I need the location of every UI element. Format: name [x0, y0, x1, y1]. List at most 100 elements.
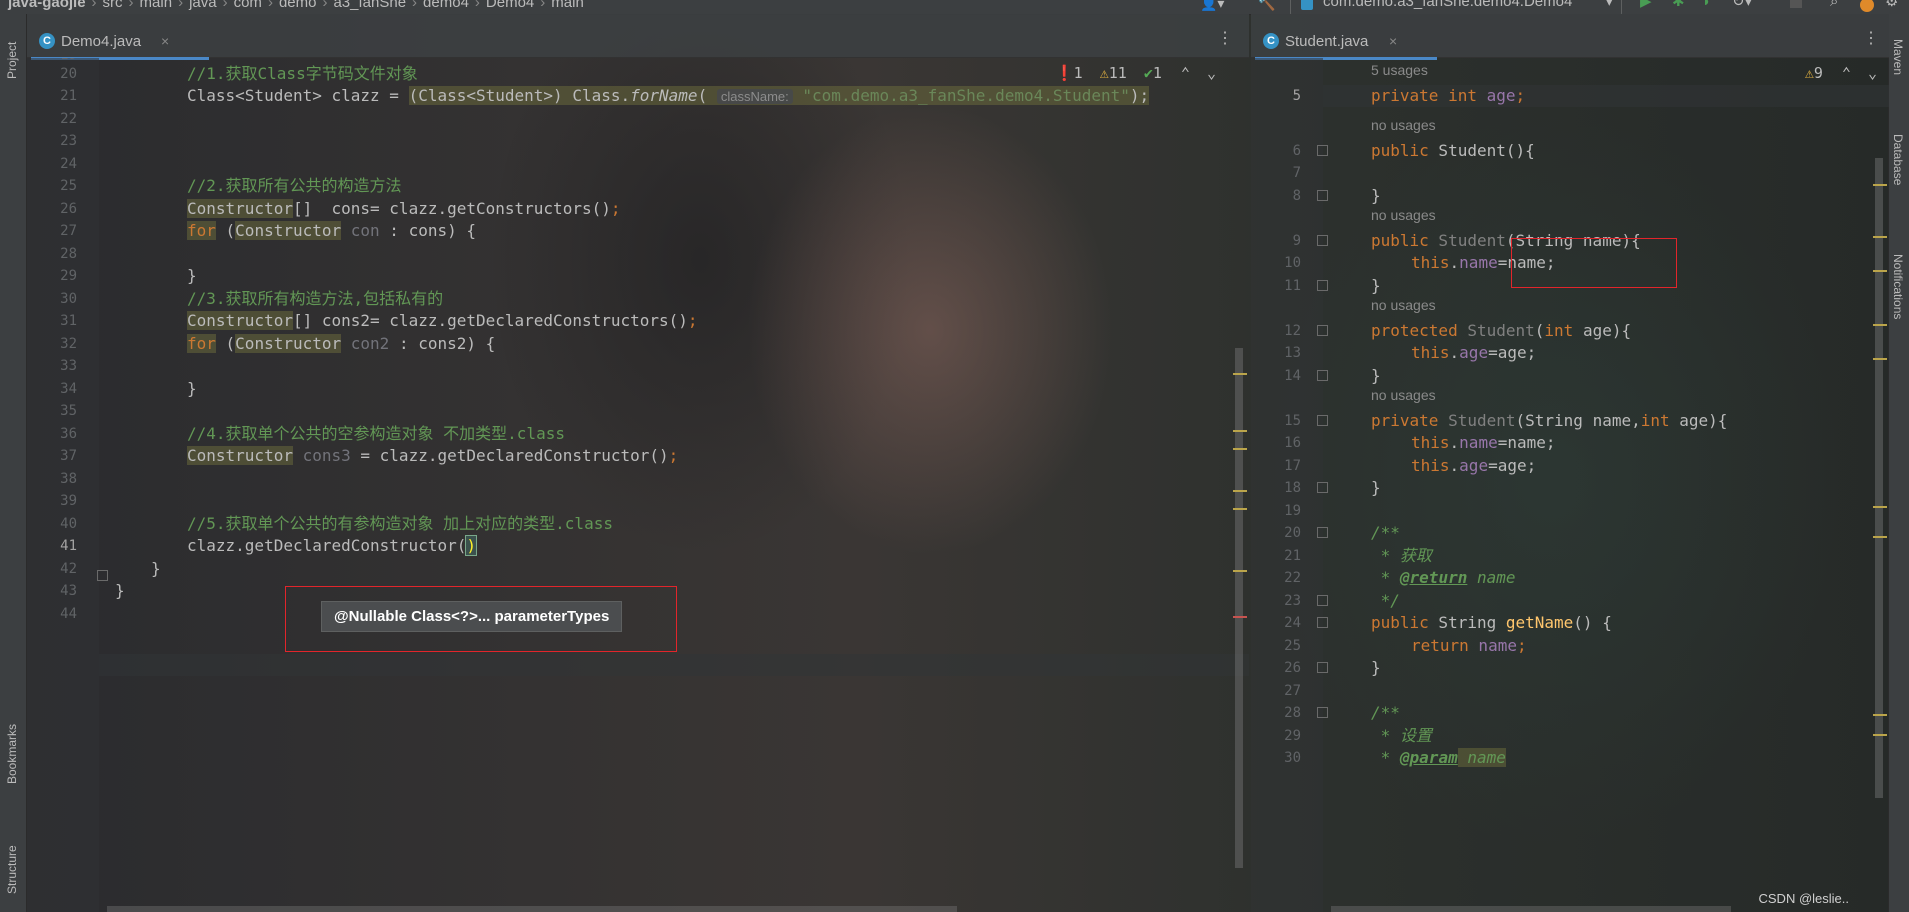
warning-marker[interactable] — [1233, 373, 1247, 375]
code-line-29: } — [187, 266, 197, 285]
code-token: ; — [668, 446, 679, 465]
fold-toggle-icon[interactable] — [1317, 707, 1328, 718]
notifications-tool-button[interactable]: Notifications — [1891, 254, 1905, 319]
warning-marker[interactable] — [1873, 324, 1887, 326]
chevron-up-icon[interactable]: ⌃ — [1842, 64, 1851, 82]
close-icon[interactable]: × — [161, 26, 169, 57]
keyword: private — [1371, 411, 1439, 430]
breadcrumb-item-com[interactable]: com — [234, 0, 262, 11]
database-tool-button[interactable]: Database — [1891, 134, 1905, 185]
warning-marker[interactable] — [1873, 184, 1887, 186]
breadcrumb-item-demo[interactable]: demo — [279, 0, 317, 11]
update-icon[interactable] — [1860, 0, 1874, 12]
close-icon[interactable]: × — [1389, 26, 1397, 57]
run-icon[interactable]: ▶ — [1640, 0, 1652, 9]
line-number: 32 — [60, 336, 77, 352]
fold-toggle-icon[interactable] — [1317, 527, 1328, 538]
breadcrumb-item-main[interactable]: main — [140, 0, 173, 11]
usage-hint[interactable]: no usages — [1371, 297, 1436, 313]
warning-marker[interactable] — [1233, 490, 1247, 492]
user-icon[interactable]: 👤▾ — [1200, 0, 1224, 10]
coverage-icon[interactable]: ◗ — [1702, 0, 1711, 9]
warning-marker[interactable] — [1873, 506, 1887, 508]
line-number: 27 — [60, 223, 77, 239]
run-configuration-select[interactable]: com.demo.a3_fanShe.demo4.Demo4 ▾ — [1290, 0, 1622, 14]
line-number: 9 — [1292, 233, 1301, 249]
usage-hint[interactable]: no usages — [1371, 117, 1436, 133]
fold-toggle-icon[interactable] — [1317, 482, 1328, 493]
warning-marker[interactable] — [1233, 448, 1247, 450]
keyword: int — [1640, 411, 1670, 430]
breadcrumb-item-a3-fanshe[interactable]: a3_fanShe — [333, 0, 406, 11]
bookmarks-tool-button[interactable]: Bookmarks — [5, 724, 19, 784]
line-number: 20 — [60, 66, 77, 82]
profiler-icon[interactable]: ↻▾ — [1732, 0, 1752, 9]
horizontal-scrollbar[interactable] — [107, 906, 957, 912]
right-editor-pane[interactable]: ⚠9 ⌃ ⌄ 5 6 7 8 9 10 11 12 13 14 15 16 17… — [1251, 58, 1889, 912]
code-line-14: } — [1371, 366, 1381, 385]
fold-toggle-icon[interactable] — [1317, 617, 1328, 628]
keyword: this — [1411, 253, 1450, 272]
code-line-18: } — [1371, 478, 1381, 497]
fold-toggle-icon[interactable] — [1317, 280, 1328, 291]
code-token: forName — [630, 86, 698, 105]
usage-hint[interactable]: no usages — [1371, 207, 1436, 223]
breadcrumb-item-method-main[interactable]: main — [551, 0, 584, 11]
breadcrumb-item-src[interactable]: src — [103, 0, 123, 11]
more-options-icon[interactable]: ⋮ — [1863, 28, 1879, 48]
project-tool-button[interactable]: Project — [5, 42, 19, 79]
line-number: 31 — [60, 313, 77, 329]
inspection-widget[interactable]: ❗1 ⚠11 ✔1 ⌃ ⌄ — [1055, 64, 1216, 82]
line-number: 20 — [1284, 525, 1301, 541]
vertical-scrollbar[interactable] — [1235, 348, 1243, 868]
build-hammer-icon[interactable]: 🔨 — [1258, 0, 1275, 10]
code-token: (String name, — [1515, 411, 1641, 430]
structure-tool-button[interactable]: Structure — [5, 845, 19, 894]
left-editor-pane[interactable]: ❗1 ⚠11 ✔1 ⌃ ⌄ 19 20 21 22 23 24 25 26 27… — [27, 58, 1249, 912]
stop-icon[interactable] — [1790, 0, 1802, 8]
code-line-41[interactable]: clazz.getDeclaredConstructor() — [187, 535, 477, 557]
tab-student-java[interactable]: C Student.java × — [1255, 26, 1437, 60]
horizontal-scrollbar[interactable] — [1331, 906, 1731, 912]
warning-marker[interactable] — [1873, 270, 1887, 272]
fold-toggle-icon[interactable] — [1317, 595, 1328, 606]
line-number: 24 — [60, 156, 77, 172]
maven-tool-button[interactable]: Maven — [1891, 39, 1905, 75]
warning-marker[interactable] — [1873, 734, 1887, 736]
breadcrumb-item-project[interactable]: java-gaojie — [8, 0, 86, 11]
warning-marker[interactable] — [1873, 536, 1887, 538]
keyword: public — [1371, 141, 1429, 160]
fold-toggle-icon[interactable] — [1317, 235, 1328, 246]
debug-icon[interactable]: ✱ — [1672, 0, 1685, 9]
fold-toggle-icon[interactable] — [97, 570, 108, 581]
chevron-up-icon[interactable]: ⌃ — [1181, 64, 1190, 82]
chevron-down-icon[interactable]: ⌄ — [1207, 64, 1216, 82]
breadcrumb-item-demo4[interactable]: demo4 — [423, 0, 469, 11]
fold-toggle-icon[interactable] — [1317, 662, 1328, 673]
warning-marker[interactable] — [1233, 430, 1247, 432]
search-icon[interactable]: ⌕ — [1830, 0, 1838, 9]
settings-gear-icon[interactable]: ⚙ — [1885, 0, 1898, 9]
warning-marker[interactable] — [1873, 236, 1887, 238]
usage-hint[interactable]: 5 usages — [1371, 62, 1428, 78]
vertical-scrollbar[interactable] — [1875, 158, 1883, 798]
warning-marker[interactable] — [1233, 570, 1247, 572]
line-number: 19 — [1284, 503, 1301, 519]
line-number: 18 — [1284, 480, 1301, 496]
tab-demo4-java[interactable]: C Demo4.java × — [31, 26, 209, 60]
error-marker[interactable] — [1233, 616, 1247, 618]
warning-marker[interactable] — [1873, 714, 1887, 716]
fold-toggle-icon[interactable] — [1317, 370, 1328, 381]
more-options-icon[interactable]: ⋮ — [1217, 28, 1233, 48]
fold-toggle-icon[interactable] — [1317, 190, 1328, 201]
usage-hint[interactable]: no usages — [1371, 387, 1436, 403]
breadcrumb-item-java[interactable]: java — [189, 0, 217, 11]
fold-toggle-icon[interactable] — [1317, 325, 1328, 336]
chevron-down-icon[interactable]: ⌄ — [1868, 64, 1877, 82]
inspection-widget[interactable]: ⚠9 ⌃ ⌄ — [1805, 64, 1877, 82]
fold-toggle-icon[interactable] — [1317, 145, 1328, 156]
breadcrumb-item-class-demo4[interactable]: Demo4 — [486, 0, 534, 11]
warning-marker[interactable] — [1873, 358, 1887, 360]
warning-marker[interactable] — [1233, 508, 1247, 510]
fold-toggle-icon[interactable] — [1317, 415, 1328, 426]
